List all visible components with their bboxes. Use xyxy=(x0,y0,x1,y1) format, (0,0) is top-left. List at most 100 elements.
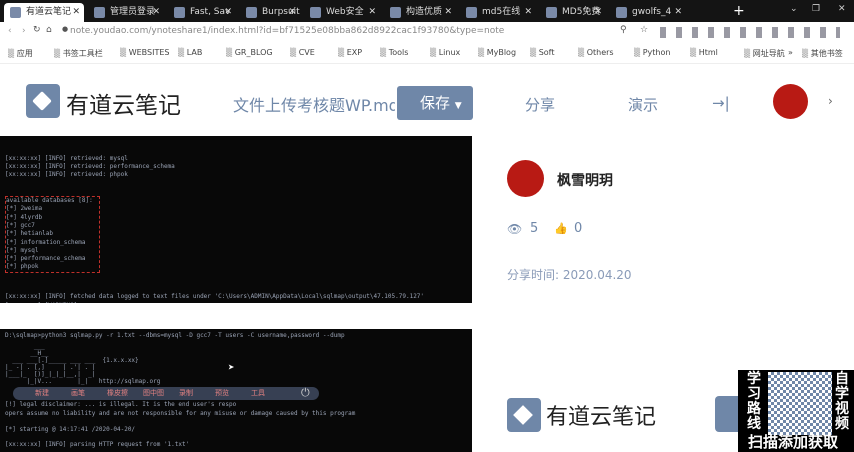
tab-close-icon[interactable]: ✕ xyxy=(524,3,532,22)
tab-favicon-icon xyxy=(390,7,401,18)
terminal-line: [xx:xx:xx] [INFO] retrieved: phpok xyxy=(5,171,128,179)
share-time: 分享时间: 2020.04.20 xyxy=(507,268,632,282)
address-bar-row: ‹ › ↻ ⌂ ● note.youdao.com/ynoteshare1/in… xyxy=(0,22,854,43)
record-toolbar-item[interactable]: 预览 xyxy=(215,389,229,398)
eye-icon: 👁 xyxy=(507,222,523,236)
bookmark-item[interactable]: Python xyxy=(634,48,671,57)
tab-close-icon[interactable]: ✕ xyxy=(224,3,232,22)
bookmark-item[interactable]: 网址导航 xyxy=(744,48,785,59)
browser-tab[interactable]: 管理员登录 ✕ xyxy=(88,3,164,22)
browser-tab[interactable]: Burpsuite✕ xyxy=(240,3,300,22)
sqlmap-banner-line: ___ ___[.]_____ ___ ___ {1.x.x.xx} xyxy=(5,357,139,364)
url-input[interactable]: note.youdao.com/ynoteshare1/index.html?i… xyxy=(70,26,504,36)
tab-favicon-icon xyxy=(174,7,185,18)
bookmark-item[interactable]: Others xyxy=(578,48,614,57)
database-list-item: [*] performance_schema xyxy=(6,255,86,263)
bookmark-item[interactable]: Soft xyxy=(530,48,555,57)
save-label: 保存 xyxy=(420,94,451,112)
browser-tab-bar: 有道云笔记✕管理员登录✕Fast, Sav✕Burpsuite✕Web安全✕构造… xyxy=(0,0,854,22)
tab-title: 管理员登录 xyxy=(110,7,156,17)
record-toolbar-item[interactable]: 画笔 xyxy=(71,389,85,398)
tab-close-icon[interactable]: ✕ xyxy=(594,3,602,22)
browser-tab[interactable]: md5在线 ✕ xyxy=(460,3,536,22)
reload-icon[interactable]: ↻ xyxy=(33,25,41,35)
terminal-line: [xx:xx:xx] [INFO] retrieved: mysql xyxy=(5,154,128,162)
qr-code xyxy=(768,372,832,435)
tab-close-icon[interactable]: ✕ xyxy=(444,3,452,22)
user-avatar[interactable] xyxy=(773,84,808,119)
browser-tab[interactable]: Fast, Sav ✕ xyxy=(168,3,236,22)
terminal-screenshot-2: D:\sqlmap>python3 sqlmap.py -r 1.txt --d… xyxy=(0,329,472,452)
home-icon[interactable]: ⌂ xyxy=(46,25,52,35)
like-count: 0 xyxy=(574,221,583,236)
share-button[interactable]: 分享 xyxy=(525,94,555,115)
record-toolbar-item[interactable]: 图中图 xyxy=(143,389,164,398)
bookmark-item[interactable]: LAB xyxy=(178,48,203,57)
chevron-down-icon: ▼ xyxy=(454,101,462,111)
tab-title: md5在线 xyxy=(482,7,521,17)
tab-close-icon[interactable]: ✕ xyxy=(288,3,296,22)
bookmarks-bar: 应用 书签工具栏 WEBSITES LAB GR_BLOG CVE EXP Tools Linu… xyxy=(0,43,854,64)
browser-tab[interactable]: Web安全 ✕ xyxy=(304,3,380,22)
lock-icon: ● xyxy=(62,25,69,33)
bookmark-item[interactable]: Tools xyxy=(380,48,409,57)
bookmark-item[interactable]: 应用 xyxy=(8,48,33,59)
screen-record-toolbar: 新建 画笔 橡皮擦 图中图 录制 预览 工具 ⏻ xyxy=(13,386,319,400)
more-icon[interactable]: › xyxy=(828,94,833,108)
tab-favicon-icon xyxy=(546,7,557,18)
new-tab-button[interactable]: + xyxy=(733,3,745,19)
forward-icon[interactable]: › xyxy=(22,26,26,36)
database-list-item: [*] gcc7 xyxy=(6,221,35,229)
browser-tab[interactable]: MD5免费 ✕ xyxy=(540,3,606,22)
tab-favicon-icon xyxy=(246,7,257,18)
bookmark-item[interactable]: EXP xyxy=(338,48,362,57)
bookmark-item[interactable]: GR_BLOG xyxy=(226,48,273,57)
bookmark-item[interactable]: Html xyxy=(690,48,718,57)
sqlmap-banner-line: __H__ xyxy=(5,350,49,357)
bookmark-item[interactable]: Linux xyxy=(430,48,461,57)
record-toolbar-item[interactable]: 橡皮擦 xyxy=(107,389,128,398)
bookmark-item[interactable]: WEBSITES xyxy=(120,48,170,57)
close-window-button[interactable]: ✕ xyxy=(838,4,846,14)
present-button[interactable]: 演示 xyxy=(628,94,658,115)
terminal-line: [xx:xx:xx] [WARNING] ... xyxy=(5,302,472,303)
tab-title: Web安全 xyxy=(326,7,364,17)
save-button[interactable]: 保存 ▼ xyxy=(397,86,473,120)
zoom-icon[interactable]: ⚲ xyxy=(620,25,627,35)
other-bookmarks[interactable]: 其他书签 xyxy=(802,48,843,59)
terminal-line: [*] starting @ 14:17:41 /2020-04-20/ xyxy=(5,426,136,433)
bookmarks-more[interactable]: » xyxy=(788,48,793,57)
sqlmap-banner-line: ___ xyxy=(5,343,45,350)
browser-tab[interactable]: gwolfs_4 ✕ xyxy=(610,3,686,22)
youdao-header: 有道云笔记 文件上传考核题WP.md 保存 ▼ 分享 演示 →| › xyxy=(0,64,854,136)
tab-close-icon[interactable]: ✕ xyxy=(674,3,682,22)
terminal-line: [xx:xx:xx] [INFO] retrieved: performance… xyxy=(5,162,175,170)
author-name: 枫雪明玥 xyxy=(557,173,613,189)
record-toolbar-item[interactable]: 录制 xyxy=(179,389,193,398)
tab-close-icon[interactable]: ✕ xyxy=(368,3,376,22)
star-icon[interactable]: ☆ xyxy=(640,25,648,35)
back-icon[interactable]: ‹ xyxy=(8,26,12,36)
database-list-item: [*] phpok xyxy=(6,263,39,271)
record-toolbar-item[interactable]: 工具 xyxy=(251,389,265,398)
tab-close-icon[interactable]: ✕ xyxy=(72,3,80,22)
like-icon[interactable]: 👍 xyxy=(554,222,568,235)
terminal-screenshot-1: [xx:xx:xx] [INFO] retrieved: mysql [xx:xx… xyxy=(0,136,472,303)
bookmark-item[interactable]: CVE xyxy=(290,48,315,57)
maximize-button[interactable]: ❐ xyxy=(812,4,820,14)
browser-tab[interactable]: 构造优质 ✕ xyxy=(384,3,456,22)
power-icon[interactable]: ⏻ xyxy=(301,386,310,399)
database-list-item: available databases [8]: xyxy=(6,197,93,205)
extension-icons[interactable] xyxy=(660,27,840,38)
bookmark-item[interactable]: 书签工具栏 xyxy=(54,48,103,59)
tab-favicon-icon xyxy=(616,7,627,18)
tab-favicon-icon xyxy=(10,7,21,18)
browser-tab[interactable]: 有道云笔记 ✕ xyxy=(4,3,84,22)
bookmark-item[interactable]: MyBlog xyxy=(478,48,516,57)
view-count: 5 xyxy=(530,221,539,236)
collapse-arrow-icon[interactable]: →| xyxy=(712,94,730,112)
promo-right-text: 自学视频 xyxy=(835,371,849,432)
minimize-button[interactable]: ⌄ xyxy=(790,4,798,14)
tab-close-icon[interactable]: ✕ xyxy=(152,3,160,22)
record-toolbar-item[interactable]: 新建 xyxy=(35,389,49,398)
